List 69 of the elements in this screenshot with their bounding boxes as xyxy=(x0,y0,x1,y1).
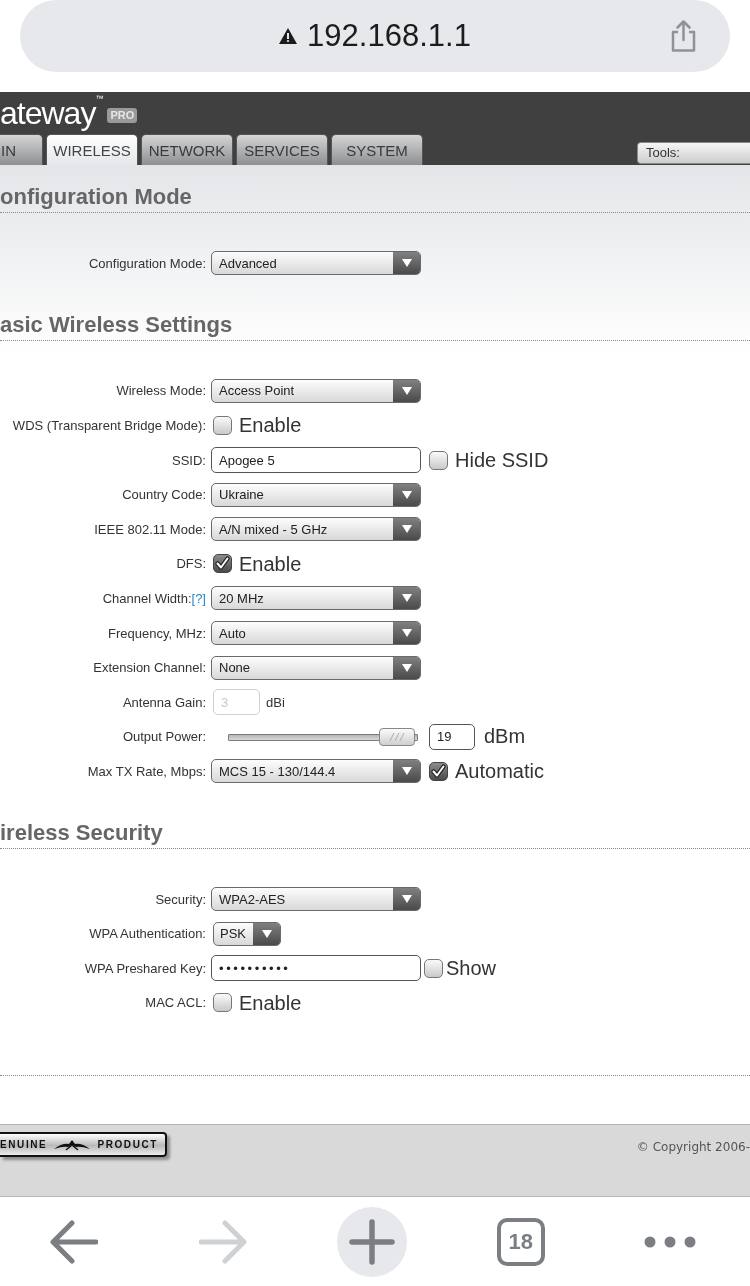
badge-text: ENUINE xyxy=(0,1138,48,1151)
slider-track[interactable] xyxy=(228,726,418,747)
field-label: IEEE 802.11 Mode: xyxy=(94,521,206,537)
logo-badge: PRO xyxy=(107,107,138,123)
badge-text: PRODUCT xyxy=(97,1138,159,1151)
section-heading: onfiguration Mode xyxy=(0,183,192,211)
field-label: Output Power: xyxy=(122,729,206,745)
address-bar[interactable]: 192.168.1.1 xyxy=(20,0,730,72)
field-label: Frequency, MHz: xyxy=(108,625,206,641)
tab-count-button[interactable]: 18 xyxy=(496,1217,545,1266)
dropdown[interactable]: PSK xyxy=(213,921,281,946)
unit-label: dBi xyxy=(266,694,285,710)
dropdown[interactable]: Access Point xyxy=(211,378,421,403)
nav-tab[interactable]: IN xyxy=(0,134,43,165)
dropdown[interactable]: None xyxy=(211,655,421,680)
field-label: Channel Width: xyxy=(102,590,192,606)
number-field[interactable]: 19 xyxy=(429,723,475,750)
section-heading: ireless Security xyxy=(0,818,163,847)
checkbox-label: Hide SSID xyxy=(455,448,549,473)
dropdown[interactable]: MCS 15 - 130/144.4 xyxy=(211,759,421,784)
field-label: MAC ACL: xyxy=(145,995,206,1011)
field-label: WDS (Transparent Bridge Mode): xyxy=(12,418,206,433)
section-heading: asic Wireless Settings xyxy=(0,310,233,339)
dropdown[interactable]: 20 MHz xyxy=(211,586,421,611)
plus-icon[interactable] xyxy=(337,1206,407,1277)
help-link[interactable]: [?] xyxy=(191,590,206,606)
nav-tab[interactable]: NETWORK xyxy=(141,134,233,165)
checkbox[interactable] xyxy=(213,554,232,574)
checkbox[interactable] xyxy=(424,958,443,978)
password-field[interactable]: •••••••••• xyxy=(211,955,421,982)
dropdown[interactable]: Advanced xyxy=(211,251,421,276)
dropdown[interactable]: A/N mixed - 5 GHz xyxy=(211,517,421,542)
checkbox[interactable] xyxy=(213,416,232,435)
checkbox[interactable] xyxy=(429,761,448,781)
field-label: WPA Preshared Key: xyxy=(84,960,206,976)
checkbox[interactable] xyxy=(429,450,448,470)
dropdown[interactable]: Auto xyxy=(211,621,421,646)
dropdown[interactable]: Ukraine xyxy=(211,482,421,507)
field-label: Wireless Mode: xyxy=(116,383,206,399)
nav-tab[interactable]: SYSTEM xyxy=(331,134,423,165)
checkbox[interactable] xyxy=(213,993,232,1013)
field-label: Country Code: xyxy=(122,487,206,503)
checkbox-label: Show xyxy=(446,956,497,981)
field-label: Extension Channel: xyxy=(93,660,206,676)
field-label: Antenna Gain: xyxy=(122,694,206,710)
checkbox-label: Automatic xyxy=(455,759,544,784)
checkbox-label: Enable xyxy=(239,551,302,576)
logo-text: ateway$^{™}$ xyxy=(0,95,104,131)
field-label: DFS: xyxy=(176,556,206,572)
warning-icon xyxy=(279,28,298,44)
copyright-text: © Copyright 2006- xyxy=(636,1140,750,1154)
slider-thumb[interactable] xyxy=(378,727,415,746)
field-label: Configuration Mode: xyxy=(88,255,206,271)
more-icon[interactable] xyxy=(643,1235,696,1248)
text-field[interactable]: Apogee 5 xyxy=(211,447,421,474)
url-text: 192.168.1.1 xyxy=(307,18,471,54)
tools-dropdown[interactable]: Tools: xyxy=(637,141,750,164)
back-arrow-icon[interactable] xyxy=(50,1219,99,1264)
field-label: Max TX Rate, Mbps: xyxy=(87,763,206,779)
field-label: WPA Authentication: xyxy=(89,926,206,942)
nav-tab[interactable]: WIRELESS xyxy=(46,134,138,165)
field-label: Security: xyxy=(155,891,206,907)
dropdown[interactable]: WPA2-AES xyxy=(211,887,421,911)
share-icon[interactable] xyxy=(670,20,697,52)
unit-label: dBm xyxy=(484,725,526,749)
nav-tab[interactable]: SERVICES xyxy=(236,134,328,165)
checkbox-label: Enable xyxy=(239,990,302,1015)
field-label: SSID: xyxy=(172,452,206,468)
checkbox-label: Enable xyxy=(239,413,302,438)
